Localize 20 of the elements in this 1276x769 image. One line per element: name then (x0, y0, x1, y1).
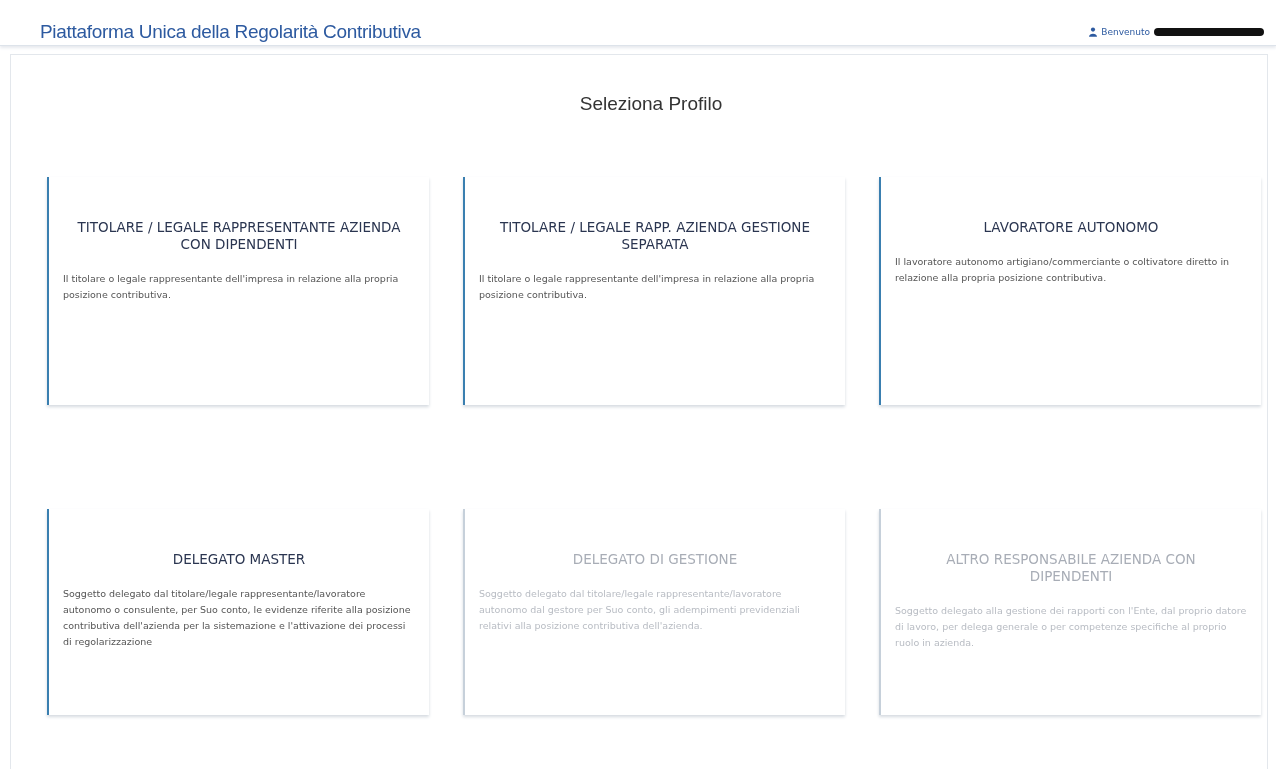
profile-title: TITOLARE / LEGALE RAPPRESENTANTE AZIENDA CON DIPENDENTI (76, 219, 402, 253)
profile-card[interactable]: LAVORATORE AUTONOMO Il lavoratore autonomo artigiano/commerciante o coltivatore diretto in relazione alla propria posizione contributiva. (879, 177, 1261, 405)
profile-title: ALTRO RESPONSABILE AZIENDA CON DIPENDENTI (945, 551, 1197, 585)
profile-description: Il titolare o legale rappresentante dell'impresa in relazione alla propria posizione contributiva. (63, 272, 400, 302)
profile-card[interactable] (47, 509, 429, 715)
profile-title: DELEGATO DI GESTIONE (571, 551, 739, 568)
profile-description: Il titolare o legale rappresentante dell'impresa in relazione alla propria posizione contributiva. (479, 272, 816, 302)
profile-description: Soggetto delegato dal titolare/legale rappresentante/lavoratore autonomo o consulente, per Suo conto, le evidenze riferite alla posizione contributiva dell'azienda per la sistemazione e l'attivazione dei processi di regolarizzazione (63, 587, 412, 649)
welcome-link[interactable]: Benvenuto (1101, 26, 1150, 37)
profile-description: Soggetto delegato alla gestione dei rapporti con l'Ente, dal proprio datore di lavoro, per delega generale o per competenze specifiche al proprio ruolo in azienda. (895, 604, 1247, 650)
user-icon (1089, 26, 1098, 37)
site-title: Piattaforma Unica della Regolarità Contributiva (40, 20, 421, 43)
profile-card[interactable]: TITOLARE / LEGALE RAPP. AZIENDA GESTIONE SEPARATA Il titolare o legale rappresentante dell'impresa in relazione alla propria posizione contributiva. (463, 177, 845, 405)
profile-title: LAVORATORE AUTONOMO (982, 219, 1160, 236)
profile-description: Soggetto delegato dal titolare/legale rappresentante/lavoratore autonomo dal gestore per Suo conto, gli adempimenti previdenziali relativi alla posizione contributiva dell'azienda. (479, 587, 801, 633)
profile-card[interactable]: TITOLARE / LEGALE RAPPRESENTANTE AZIENDA CON DIPENDENTI Il titolare o legale rappresentante dell'impresa in relazione alla propria posizione contributiva. (47, 177, 429, 405)
page-heading: Seleziona Profilo (578, 93, 724, 115)
profile-title: DELEGATO MASTER (171, 551, 307, 568)
profile-title: TITOLARE / LEGALE RAPP. AZIENDA GESTIONE SEPARATA (499, 219, 811, 253)
profile-description: Il lavoratore autonomo artigiano/commerciante o coltivatore diretto in relazione alla propria posizione contributiva. (895, 255, 1231, 285)
